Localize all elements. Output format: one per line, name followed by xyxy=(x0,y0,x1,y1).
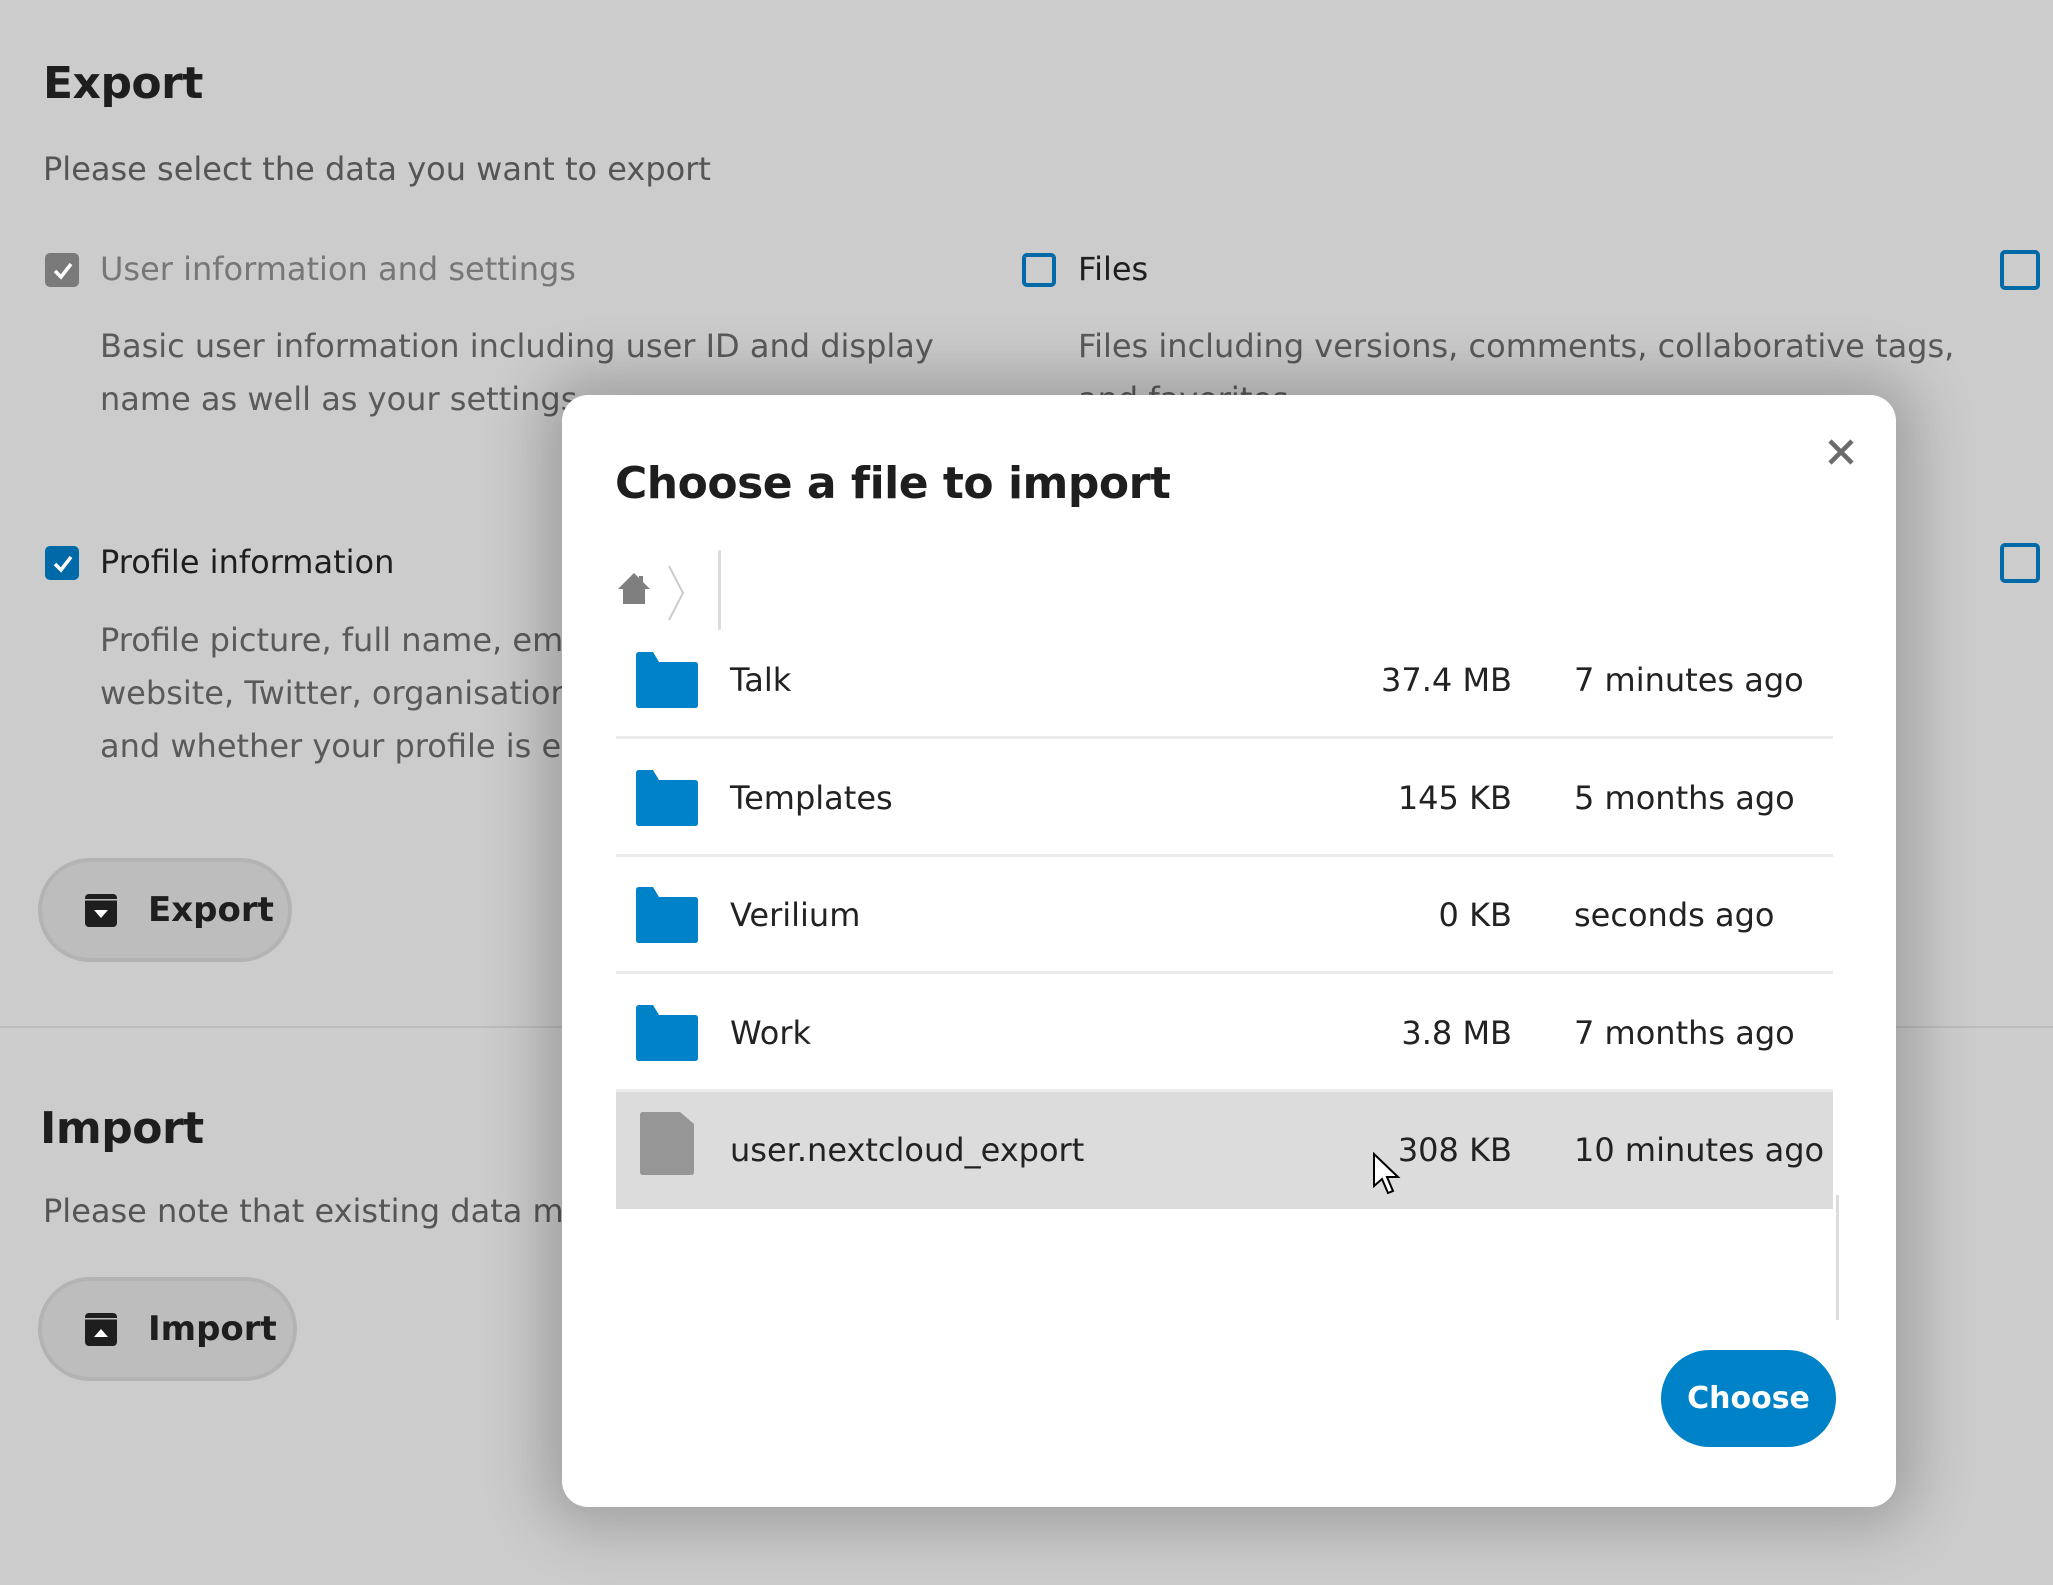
file-name: Templates xyxy=(730,778,893,817)
chevron-right-icon xyxy=(668,565,685,621)
choose-button[interactable]: Choose xyxy=(1661,1350,1836,1447)
file-icon xyxy=(640,1112,694,1180)
description-line: Profile picture, full name, email, xyxy=(100,621,611,659)
option-checkbox-right-1[interactable] xyxy=(2000,250,2040,290)
checkbox-box xyxy=(1022,253,1056,287)
file-modified: 5 months ago xyxy=(1574,778,1795,817)
close-button[interactable] xyxy=(1824,435,1858,469)
file-size: 308 KB xyxy=(1397,1131,1512,1169)
folder-icon xyxy=(636,769,698,830)
file-size: 145 KB xyxy=(1397,778,1512,817)
folder-icon xyxy=(636,652,698,712)
cursor-arrow-icon xyxy=(1373,1151,1401,1195)
archive-download-icon xyxy=(84,893,118,927)
checkmark-icon xyxy=(53,262,73,280)
import-note: Please note that existing data ma xyxy=(43,1192,584,1230)
import-heading: Import xyxy=(40,1103,204,1154)
file-modified: 7 months ago xyxy=(1574,1013,1795,1052)
file-list: Talk 37.4 MB 7 minutes ago Templates 145 KB 5… xyxy=(562,622,1896,1209)
breadcrumb-divider xyxy=(718,550,721,630)
checkbox-box xyxy=(2000,250,2040,290)
folder-icon xyxy=(636,887,698,947)
export-button[interactable]: Export xyxy=(38,858,292,962)
file-list-scrollbar[interactable] xyxy=(1836,1195,1839,1320)
description-line: and whether your profile is enab xyxy=(100,727,622,765)
checkmark-icon xyxy=(53,555,73,573)
export-subtitle: Please select the data you want to expor… xyxy=(43,150,711,188)
folder-icon xyxy=(636,1004,698,1065)
breadcrumb-separator xyxy=(666,563,686,627)
import-button[interactable]: Import xyxy=(38,1277,297,1381)
description-line: Basic user information including user ID… xyxy=(100,327,934,365)
description-line: website, Twitter, organisation, ro xyxy=(100,674,624,712)
profile-info-label: Profile information xyxy=(100,543,395,581)
file-row[interactable]: Verilium 0 KB seconds ago xyxy=(616,857,1833,974)
checkbox-box xyxy=(2000,543,2040,583)
export-button-label: Export xyxy=(148,890,274,930)
file-modified: seconds ago xyxy=(1574,896,1775,934)
description-line: Files including versions, comments, coll… xyxy=(1078,327,1955,365)
file-name: Talk xyxy=(730,661,792,699)
option-checkbox-right-2[interactable] xyxy=(2000,543,2040,583)
checkbox-box xyxy=(45,546,79,580)
file-row[interactable]: Talk 37.4 MB 7 minutes ago xyxy=(616,622,1833,739)
file-size: 37.4 MB xyxy=(1381,661,1512,699)
export-heading: Export xyxy=(43,58,203,109)
file-picker-dialog: Choose a file to import Talk 37.4 MB 7 min… xyxy=(562,395,1896,1507)
profile-info-description: Profile picture, full name, email, websi… xyxy=(100,614,623,773)
file-modified: 7 minutes ago xyxy=(1574,661,1804,699)
home-icon xyxy=(618,573,650,604)
file-row[interactable]: Work 3.8 MB 7 months ago xyxy=(616,975,1833,1092)
profile-info-checkbox[interactable] xyxy=(45,546,79,580)
archive-upload-icon xyxy=(84,1312,118,1346)
close-icon xyxy=(1828,439,1854,465)
file-name: user.nextcloud_export xyxy=(730,1131,1085,1169)
file-size: 0 KB xyxy=(1438,896,1512,934)
files-label: Files xyxy=(1078,250,1149,288)
import-button-label: Import xyxy=(148,1309,277,1349)
files-checkbox[interactable] xyxy=(1022,253,1056,287)
checkbox-box xyxy=(45,253,79,287)
file-name: Work xyxy=(730,1013,812,1052)
user-info-label: User information and settings xyxy=(100,250,576,288)
dialog-title: Choose a file to import xyxy=(615,458,1171,509)
mouse-cursor xyxy=(1372,1151,1402,1202)
breadcrumb-home[interactable] xyxy=(616,570,656,610)
file-size: 3.8 MB xyxy=(1401,1013,1512,1052)
file-modified: 10 minutes ago xyxy=(1574,1131,1825,1169)
user-info-checkbox[interactable] xyxy=(45,253,79,287)
file-row[interactable]: Templates 145 KB 5 months ago xyxy=(616,740,1833,857)
file-row[interactable]: user.nextcloud_export 308 KB 10 minutes ag… xyxy=(616,1092,1833,1209)
file-name: Verilium xyxy=(730,896,861,934)
